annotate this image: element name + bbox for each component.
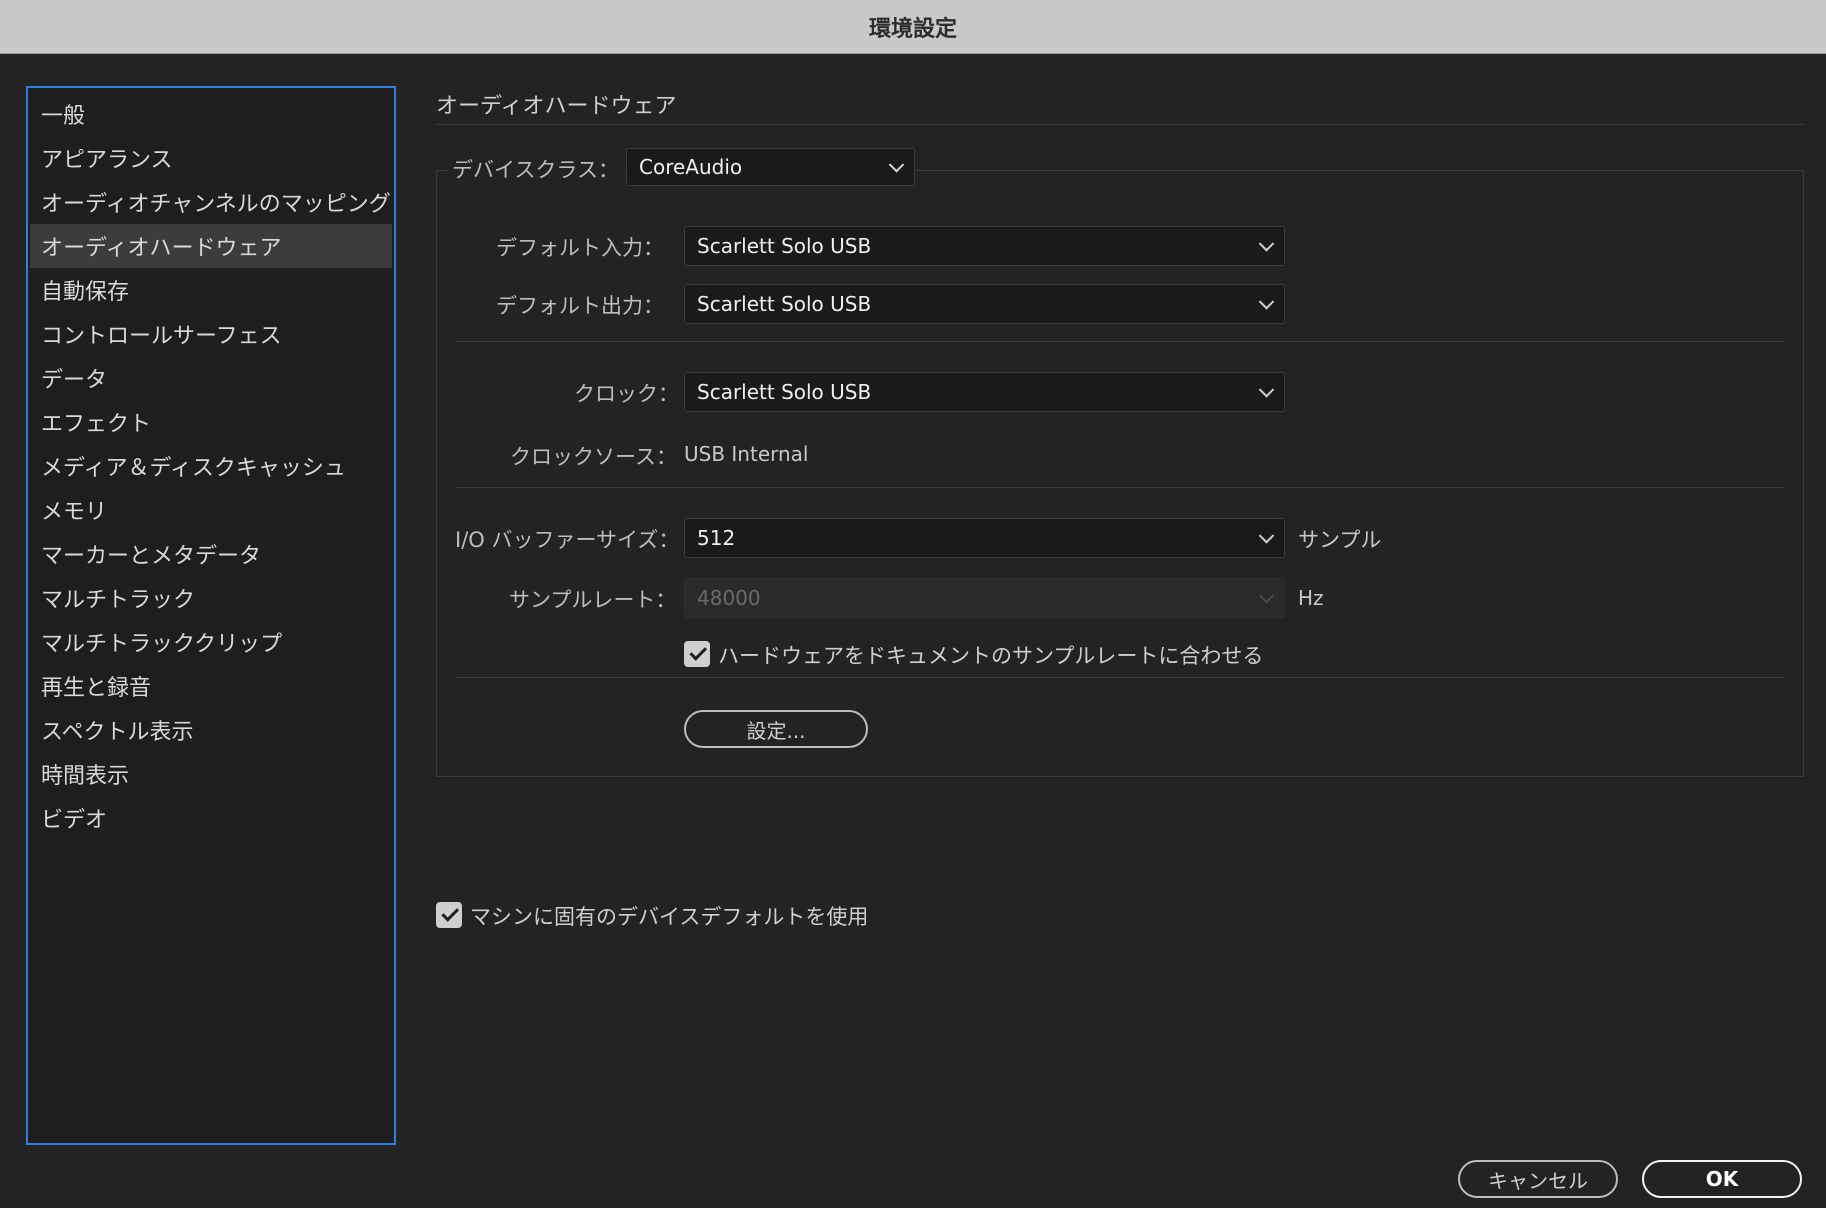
io-buffer-select[interactable]: 512 — [684, 518, 1285, 558]
default-input-select[interactable]: Scarlett Solo USB — [684, 226, 1285, 266]
sidebar-item-multitrack-clips[interactable]: マルチトラッククリップ — [30, 620, 392, 664]
default-output-select[interactable]: Scarlett Solo USB — [684, 284, 1285, 324]
clock-select[interactable]: Scarlett Solo USB — [684, 372, 1285, 412]
sample-rate-value: 48000 — [697, 586, 761, 610]
sidebar-item-spectral-display[interactable]: スペクトル表示 — [30, 708, 392, 752]
chevron-down-icon — [1258, 236, 1275, 252]
divider — [456, 341, 1784, 342]
sidebar-item-playback-recording[interactable]: 再生と録音 — [30, 664, 392, 708]
sidebar-item-time-display[interactable]: 時間表示 — [30, 752, 392, 796]
use-machine-defaults-checkbox[interactable] — [436, 902, 462, 928]
chevron-down-icon — [888, 157, 905, 173]
chevron-down-icon — [1258, 294, 1275, 310]
default-output-value: Scarlett Solo USB — [697, 292, 872, 316]
title-bar: 環境設定 — [0, 0, 1826, 54]
clock-value: Scarlett Solo USB — [697, 380, 872, 404]
default-input-label: デフォルト入力： — [496, 236, 664, 260]
io-buffer-value: 512 — [697, 526, 736, 550]
sidebar-item-video[interactable]: ビデオ — [30, 796, 392, 840]
use-machine-defaults-label[interactable]: マシンに固有のデバイスデフォルトを使用 — [470, 901, 868, 931]
io-buffer-unit: サンプル — [1298, 528, 1382, 552]
match-hw-rate-checkbox[interactable] — [684, 641, 710, 667]
sidebar-item-multitrack[interactable]: マルチトラック — [30, 576, 392, 620]
sample-rate-unit: Hz — [1298, 586, 1324, 610]
sidebar-item-effects[interactable]: エフェクト — [30, 400, 392, 444]
io-buffer-label: I/O バッファーサイズ： — [455, 528, 680, 552]
ok-button[interactable]: OK — [1642, 1160, 1802, 1198]
checkmark-icon — [440, 904, 459, 922]
sidebar-item-audio-channel-mapping[interactable]: オーディオチャンネルのマッピング — [30, 180, 392, 224]
device-class-label: デバイスクラス： — [448, 154, 623, 184]
section-title: オーディオハードウェア — [436, 94, 677, 119]
sidebar-item-data[interactable]: データ — [30, 356, 392, 400]
device-class-select[interactable]: CoreAudio — [626, 148, 915, 186]
divider — [456, 487, 1784, 488]
chevron-down-icon — [1258, 382, 1275, 398]
device-class-value: CoreAudio — [639, 155, 743, 179]
clock-source-value: USB Internal — [684, 442, 809, 466]
clock-label: クロック： — [574, 382, 679, 406]
section-divider — [436, 124, 1804, 125]
settings-button[interactable]: 設定... — [684, 710, 868, 748]
match-hw-rate-label[interactable]: ハードウェアをドキュメントのサンプルレートに合わせる — [718, 640, 1263, 670]
sample-rate-label: サンプルレート： — [509, 588, 677, 612]
clock-source-label: クロックソース： — [510, 445, 677, 469]
sidebar-item-memory[interactable]: メモリ — [30, 488, 392, 532]
sidebar-item-control-surface[interactable]: コントロールサーフェス — [30, 312, 392, 356]
chevron-down-icon — [1258, 588, 1275, 604]
sidebar-item-appearance[interactable]: アピアランス — [30, 136, 392, 180]
chevron-down-icon — [1258, 528, 1275, 544]
cancel-button[interactable]: キャンセル — [1458, 1160, 1618, 1198]
sample-rate-select: 48000 — [684, 578, 1285, 618]
window-title: 環境設定 — [868, 16, 957, 42]
divider — [456, 677, 1784, 678]
sidebar-item-media-disk-cache[interactable]: メディア＆ディスクキャッシュ — [30, 444, 392, 488]
sidebar-item-audio-hardware[interactable]: オーディオハードウェア — [30, 224, 392, 268]
sidebar-item-markers-metadata[interactable]: マーカーとメタデータ — [30, 532, 392, 576]
sidebar-item-general[interactable]: 一般 — [30, 92, 392, 136]
preferences-sidebar[interactable]: 一般 アピアランス オーディオチャンネルのマッピング オーディオハードウェア 自… — [26, 86, 396, 1145]
sidebar-item-auto-save[interactable]: 自動保存 — [30, 268, 392, 312]
default-output-label: デフォルト出力： — [496, 294, 664, 318]
checkmark-icon — [688, 643, 707, 661]
default-input-value: Scarlett Solo USB — [697, 234, 872, 258]
